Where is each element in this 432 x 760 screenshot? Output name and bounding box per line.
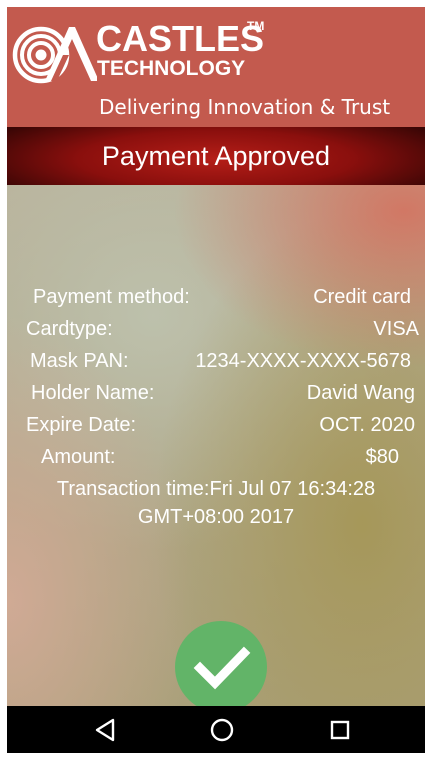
- confirm-button[interactable]: [175, 621, 267, 713]
- holder-name-value: David Wang: [306, 382, 415, 404]
- recents-button[interactable]: [310, 706, 370, 753]
- transaction-time-line2: GMT+08:00 2017: [137, 506, 295, 528]
- card-type-value: VISA: [373, 318, 419, 340]
- recents-square-icon: [330, 720, 350, 740]
- tagline: Delivering Innovation & Trust: [99, 95, 391, 119]
- status-title: Payment Approved: [101, 141, 331, 171]
- amount-label: Amount:: [41, 446, 116, 468]
- back-button[interactable]: [75, 706, 135, 753]
- home-circle-icon: [210, 718, 234, 742]
- app-header: CASTLES TM TECHNOLOGY Delivering Innovat…: [7, 7, 425, 127]
- home-button[interactable]: [192, 706, 252, 753]
- payment-method-value: Credit card: [313, 286, 411, 308]
- checkmark-icon: [193, 646, 251, 690]
- brand-subtitle: TECHNOLOGY: [97, 57, 246, 80]
- castles-logo-icon: [12, 26, 97, 84]
- trademark-mark: TM: [247, 19, 265, 33]
- expire-date-value: OCT. 2020: [319, 414, 415, 436]
- mask-pan-value: 1234-XXXX-XXXX-5678: [195, 350, 411, 372]
- back-triangle-icon: [95, 718, 115, 742]
- payment-screen: CASTLES TM TECHNOLOGY Delivering Innovat…: [7, 7, 425, 753]
- transaction-time-line1: Transaction time:Fri Jul 07 16:34:28: [56, 478, 376, 500]
- transaction-details: Payment method: Credit card Cardtype: VI…: [7, 185, 425, 713]
- mask-pan-label: Mask PAN:: [30, 350, 129, 372]
- brand-name: CASTLES: [96, 18, 265, 59]
- card-type-label: Cardtype:: [26, 318, 113, 340]
- amount-value: $80: [365, 446, 399, 468]
- payment-method-label: Payment method:: [33, 286, 190, 308]
- status-banner: Payment Approved: [7, 127, 425, 185]
- system-navigation-bar: [7, 706, 425, 753]
- holder-name-label: Holder Name:: [31, 382, 155, 404]
- expire-date-label: Expire Date:: [26, 414, 137, 436]
